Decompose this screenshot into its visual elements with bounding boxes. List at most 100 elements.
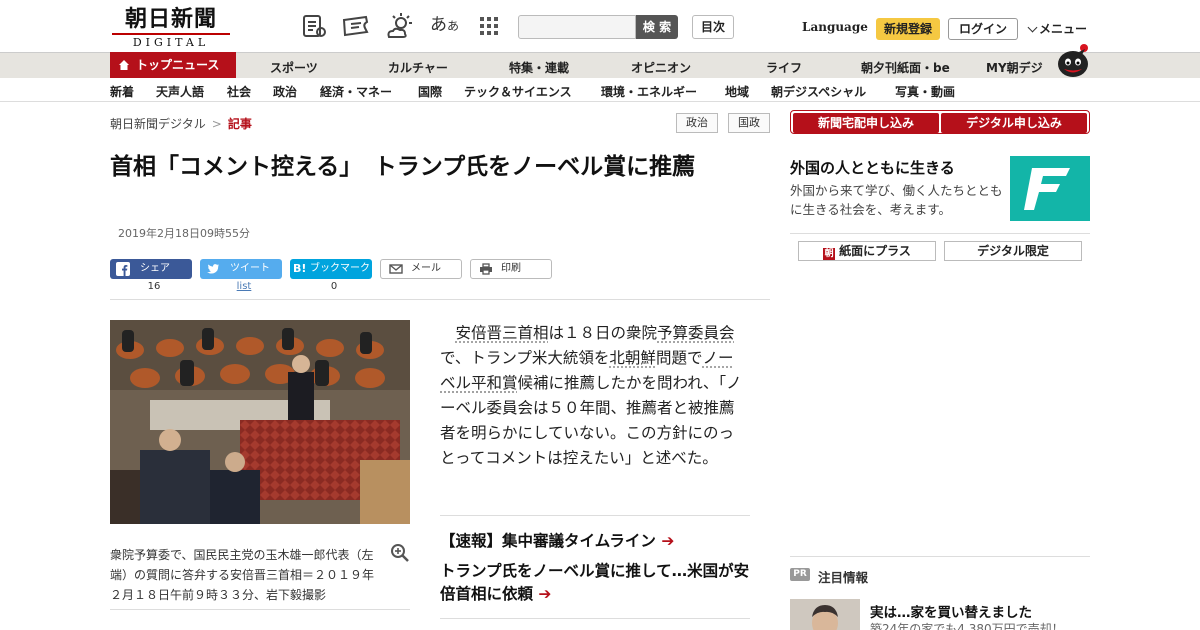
attention-thumbnail[interactable]: [790, 599, 860, 630]
divider: [440, 515, 750, 516]
zoom-icon[interactable]: [390, 543, 410, 563]
breadcrumb-home[interactable]: 朝日新聞デジタル: [110, 117, 206, 131]
nav2-item-society[interactable]: 社会: [227, 83, 251, 100]
print-label: 印刷: [501, 263, 521, 274]
nav2-item-tensei-jingo[interactable]: 天声人語: [156, 83, 204, 100]
arrow-right-icon: ➔: [538, 585, 552, 603]
print-icon: [479, 263, 493, 275]
nav-item-my-asadigi[interactable]: MY朝デジ: [986, 59, 1043, 76]
hatena-bookmark-count: 0: [330, 281, 338, 292]
hatena-bookmark-button[interactable]: B! ブックマーク: [290, 259, 372, 279]
search-button[interactable]: 検 索: [636, 15, 678, 39]
secondary-nav: 新着 天声人語 社会 政治 経済・マネー 国際 テック＆サイエンス 環境・エネル…: [0, 78, 1200, 102]
mail-share-button[interactable]: メール: [380, 259, 462, 279]
newspaper-subscribe-button[interactable]: 新聞宅配申し込み: [793, 113, 939, 133]
keyword-link-budget-committee[interactable]: 予算委員会: [657, 324, 735, 342]
arrow-right-icon: ➔: [661, 532, 675, 550]
attention-headline[interactable]: 実は…家を買い替えました: [870, 601, 1032, 621]
related-link-text: トランプ氏をノーベル賞に推して…米国が安倍首相に依頼: [440, 562, 750, 603]
divider: [790, 556, 1090, 557]
weather-icon[interactable]: [385, 12, 415, 40]
nav-item-papers[interactable]: 朝夕刊紙面・be: [861, 59, 950, 76]
tag-politics[interactable]: 政治: [676, 113, 718, 133]
signup-button[interactable]: 新規登録: [876, 18, 940, 40]
body-text-segment: で、トランプ米大統領を: [440, 349, 610, 367]
toc-button[interactable]: 目次: [692, 15, 734, 39]
breadcrumb-current: 記事: [227, 117, 252, 131]
divider: [440, 618, 750, 619]
twitter-share-count[interactable]: list: [203, 281, 285, 292]
mail-share-label: メール: [411, 263, 441, 274]
promo-logo-icon[interactable]: [1010, 156, 1090, 221]
divider: [110, 299, 770, 300]
related-link-text: 【速報】集中審議タイムライン: [440, 532, 656, 550]
site-logo[interactable]: 朝日新聞 DIGITAL: [112, 6, 230, 49]
breadcrumb: 朝日新聞デジタル > 記事: [110, 115, 252, 132]
promo-description: 外国から来て学び、働く人たちとともに生きる社会を、考えます。: [790, 183, 1003, 217]
keyword-link-abe[interactable]: 安倍晋三首相: [456, 324, 549, 342]
search-input[interactable]: [518, 15, 636, 39]
newspaper-icon[interactable]: [300, 12, 330, 40]
breadcrumb-separator: >: [211, 117, 222, 131]
asahi-icon: 朝: [823, 248, 836, 260]
twitter-share-label: ツイート: [230, 263, 270, 274]
hatena-bookmark-label: ブックマーク: [310, 263, 370, 274]
logo-main-text: 朝日新聞: [124, 6, 217, 32]
nav2-item-region[interactable]: 地域: [725, 83, 749, 100]
nav2-item-politics[interactable]: 政治: [273, 83, 297, 100]
nav-item-sports[interactable]: スポーツ: [270, 59, 318, 76]
paper-plus-label: 紙面にプラス: [839, 244, 911, 258]
divider: [790, 233, 1090, 234]
nav2-item-environment[interactable]: 環境・エネルギー: [601, 83, 697, 100]
body-text-segment: は１８日の衆院: [548, 324, 658, 342]
attention-heading: 注目情報: [818, 570, 869, 585]
tag-national-politics[interactable]: 国政: [728, 113, 770, 133]
font-size-icon[interactable]: ああ: [430, 12, 460, 40]
article-title: 首相「コメント控える」 トランプ氏をノーベル賞に推薦: [110, 154, 696, 180]
nav2-item-special[interactable]: 朝デジスペシャル: [771, 83, 866, 100]
facebook-share-count: 16: [147, 281, 161, 292]
nav-item-culture[interactable]: カルチャー: [388, 59, 448, 76]
article-photo[interactable]: [110, 320, 410, 524]
chevron-down-icon: [1027, 22, 1038, 33]
pr-badge: PR: [790, 568, 810, 581]
mail-icon: [389, 263, 403, 275]
nav2-item-latest[interactable]: 新着: [110, 83, 134, 100]
language-link[interactable]: Language: [802, 20, 868, 34]
nav2-item-international[interactable]: 国際: [418, 83, 442, 100]
related-link[interactable]: 【速報】集中審議タイムライン ➔: [440, 530, 760, 553]
twitter-share-button[interactable]: ツイート: [200, 259, 282, 279]
nav2-item-tech-science[interactable]: テック＆サイエンス: [464, 83, 572, 100]
related-link[interactable]: トランプ氏をノーベル賞に推して…米国が安倍首相に依頼 ➔: [440, 560, 750, 606]
nav-item-opinion[interactable]: オピニオン: [631, 59, 691, 76]
keyword-link-north-korea[interactable]: 北朝鮮: [609, 349, 656, 367]
home-icon: [118, 59, 130, 71]
ticket-icon[interactable]: [341, 12, 371, 40]
nav-item-features[interactable]: 特集・連載: [509, 59, 569, 76]
menu-label: メニュー: [1039, 22, 1088, 36]
twitter-icon: [206, 262, 220, 276]
article-date: 2019年2月18日09時55分: [118, 227, 250, 240]
facebook-share-button[interactable]: シェア: [110, 259, 192, 279]
article-body: 安倍晋三首相は１８日の衆院予算委員会で、トランプ米大統領を北朝鮮問題でノーベル平…: [440, 321, 746, 471]
menu-button[interactable]: メニュー: [1026, 20, 1087, 37]
mascot-icon[interactable]: [1054, 42, 1092, 78]
nav-item-life[interactable]: ライフ: [766, 59, 802, 76]
photo-caption: 衆院予算委で、国民民主党の玉木雄一郎代表（左端）の質問に答弁する安倍晋三首相＝２…: [110, 548, 375, 602]
nav-item-top-news[interactable]: トップニュース: [110, 52, 236, 78]
digital-subscribe-button[interactable]: デジタル申し込み: [941, 113, 1087, 133]
facebook-icon: [116, 262, 130, 276]
print-button[interactable]: 印刷: [470, 259, 552, 279]
grid-icon[interactable]: [478, 12, 508, 40]
logo-sub-text: DIGITAL: [112, 33, 230, 49]
facebook-share-label: シェア: [140, 263, 170, 274]
digital-only-button[interactable]: デジタル限定: [944, 241, 1082, 261]
nav2-item-economy[interactable]: 経済・マネー: [320, 83, 392, 100]
body-text-segment: 問題で: [655, 349, 703, 367]
divider: [110, 609, 410, 610]
promo-title[interactable]: 外国の人とともに生きる: [790, 157, 955, 178]
paper-plus-button[interactable]: 朝紙面にプラス: [798, 241, 936, 261]
hatena-icon: B!: [293, 262, 307, 275]
login-button[interactable]: ログイン: [948, 18, 1018, 40]
nav2-item-photo-video[interactable]: 写真・動画: [895, 83, 955, 100]
